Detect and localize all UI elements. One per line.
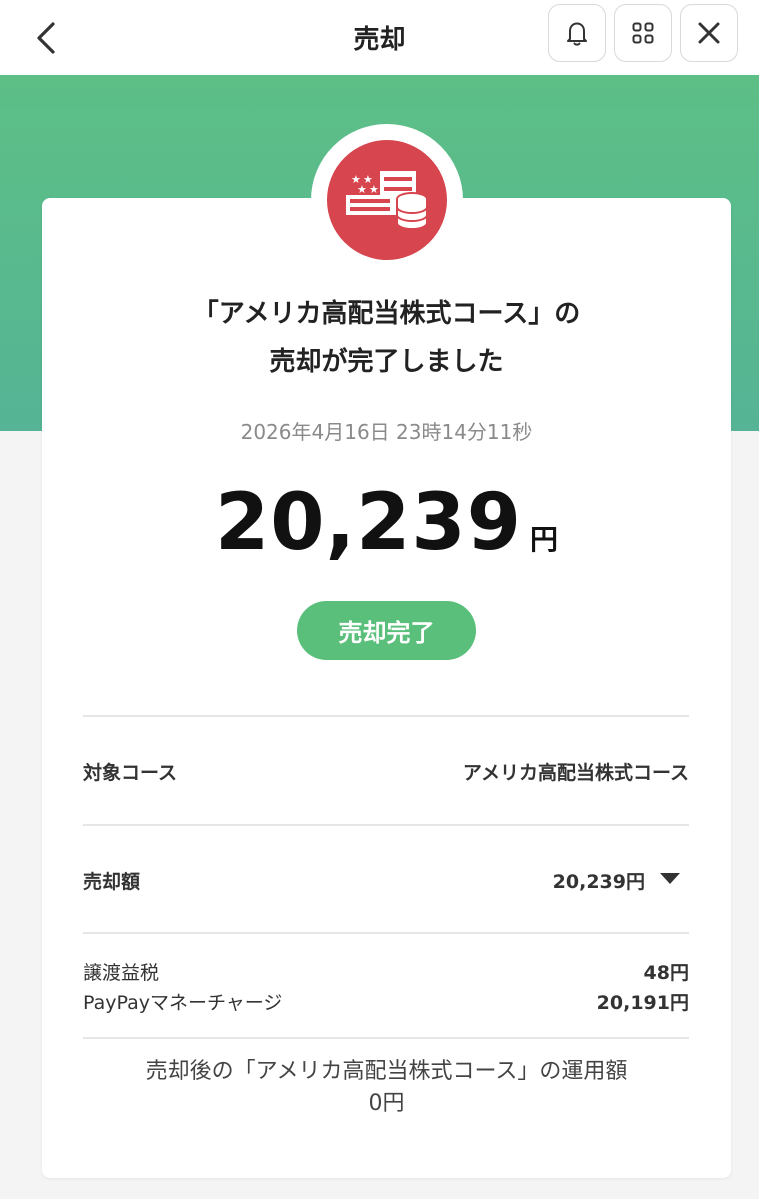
flag-coins-icon: ★ ★ ★ ★ [327,140,447,260]
svg-text:★: ★ [357,183,367,196]
chevron-left-icon [37,22,55,54]
bell-icon [567,22,587,46]
grid-icon [632,22,654,44]
course-value: アメリカ高配当株式コース [462,762,689,784]
close-icon [698,22,720,44]
menu-button[interactable] [614,4,672,62]
sale-label: 売却額 [83,871,141,893]
status-badge: 売却完了 [297,601,476,660]
remaining-balance: 売却後の「アメリカ高配当株式コース」の運用額 0円 [42,1056,731,1120]
completion-message-line2: 売却が完了しました [269,347,504,377]
sale-amount-unit: 円 [529,523,558,556]
divider [83,932,689,934]
transaction-datetime: 2026年4月16日 23時14分11秒 [240,420,533,444]
course-label: 対象コース [83,762,178,784]
sale-amount: 20,239 円 [42,478,731,568]
completion-message: 「アメリカ高配当株式コース」の 売却が完了しました [42,290,731,386]
top-bar: 売却 [0,0,759,75]
remaining-balance-label: 売却後の「アメリカ高配当株式コース」の運用額 [145,1059,628,1084]
divider [83,1037,689,1039]
charge-label: PayPayマネーチャージ [83,992,283,1014]
tax-value: 48円 [643,962,689,984]
svg-text:★: ★ [369,183,379,196]
tax-label: 譲渡益税 [83,962,160,984]
divider [83,715,689,717]
sale-amount-value: 20,239 [214,478,522,568]
charge-value: 20,191円 [596,992,689,1014]
divider [83,824,689,826]
sale-value[interactable]: 20,239円 [553,867,645,894]
remaining-balance-value: 0円 [368,1091,405,1116]
completion-message-line1: 「アメリカ高配当株式コース」の [192,299,581,329]
close-button[interactable] [680,4,738,62]
notification-button[interactable] [548,4,606,62]
chevron-down-icon[interactable] [660,873,680,884]
back-button[interactable] [22,14,70,62]
course-logo: ★ ★ ★ ★ [311,124,463,276]
